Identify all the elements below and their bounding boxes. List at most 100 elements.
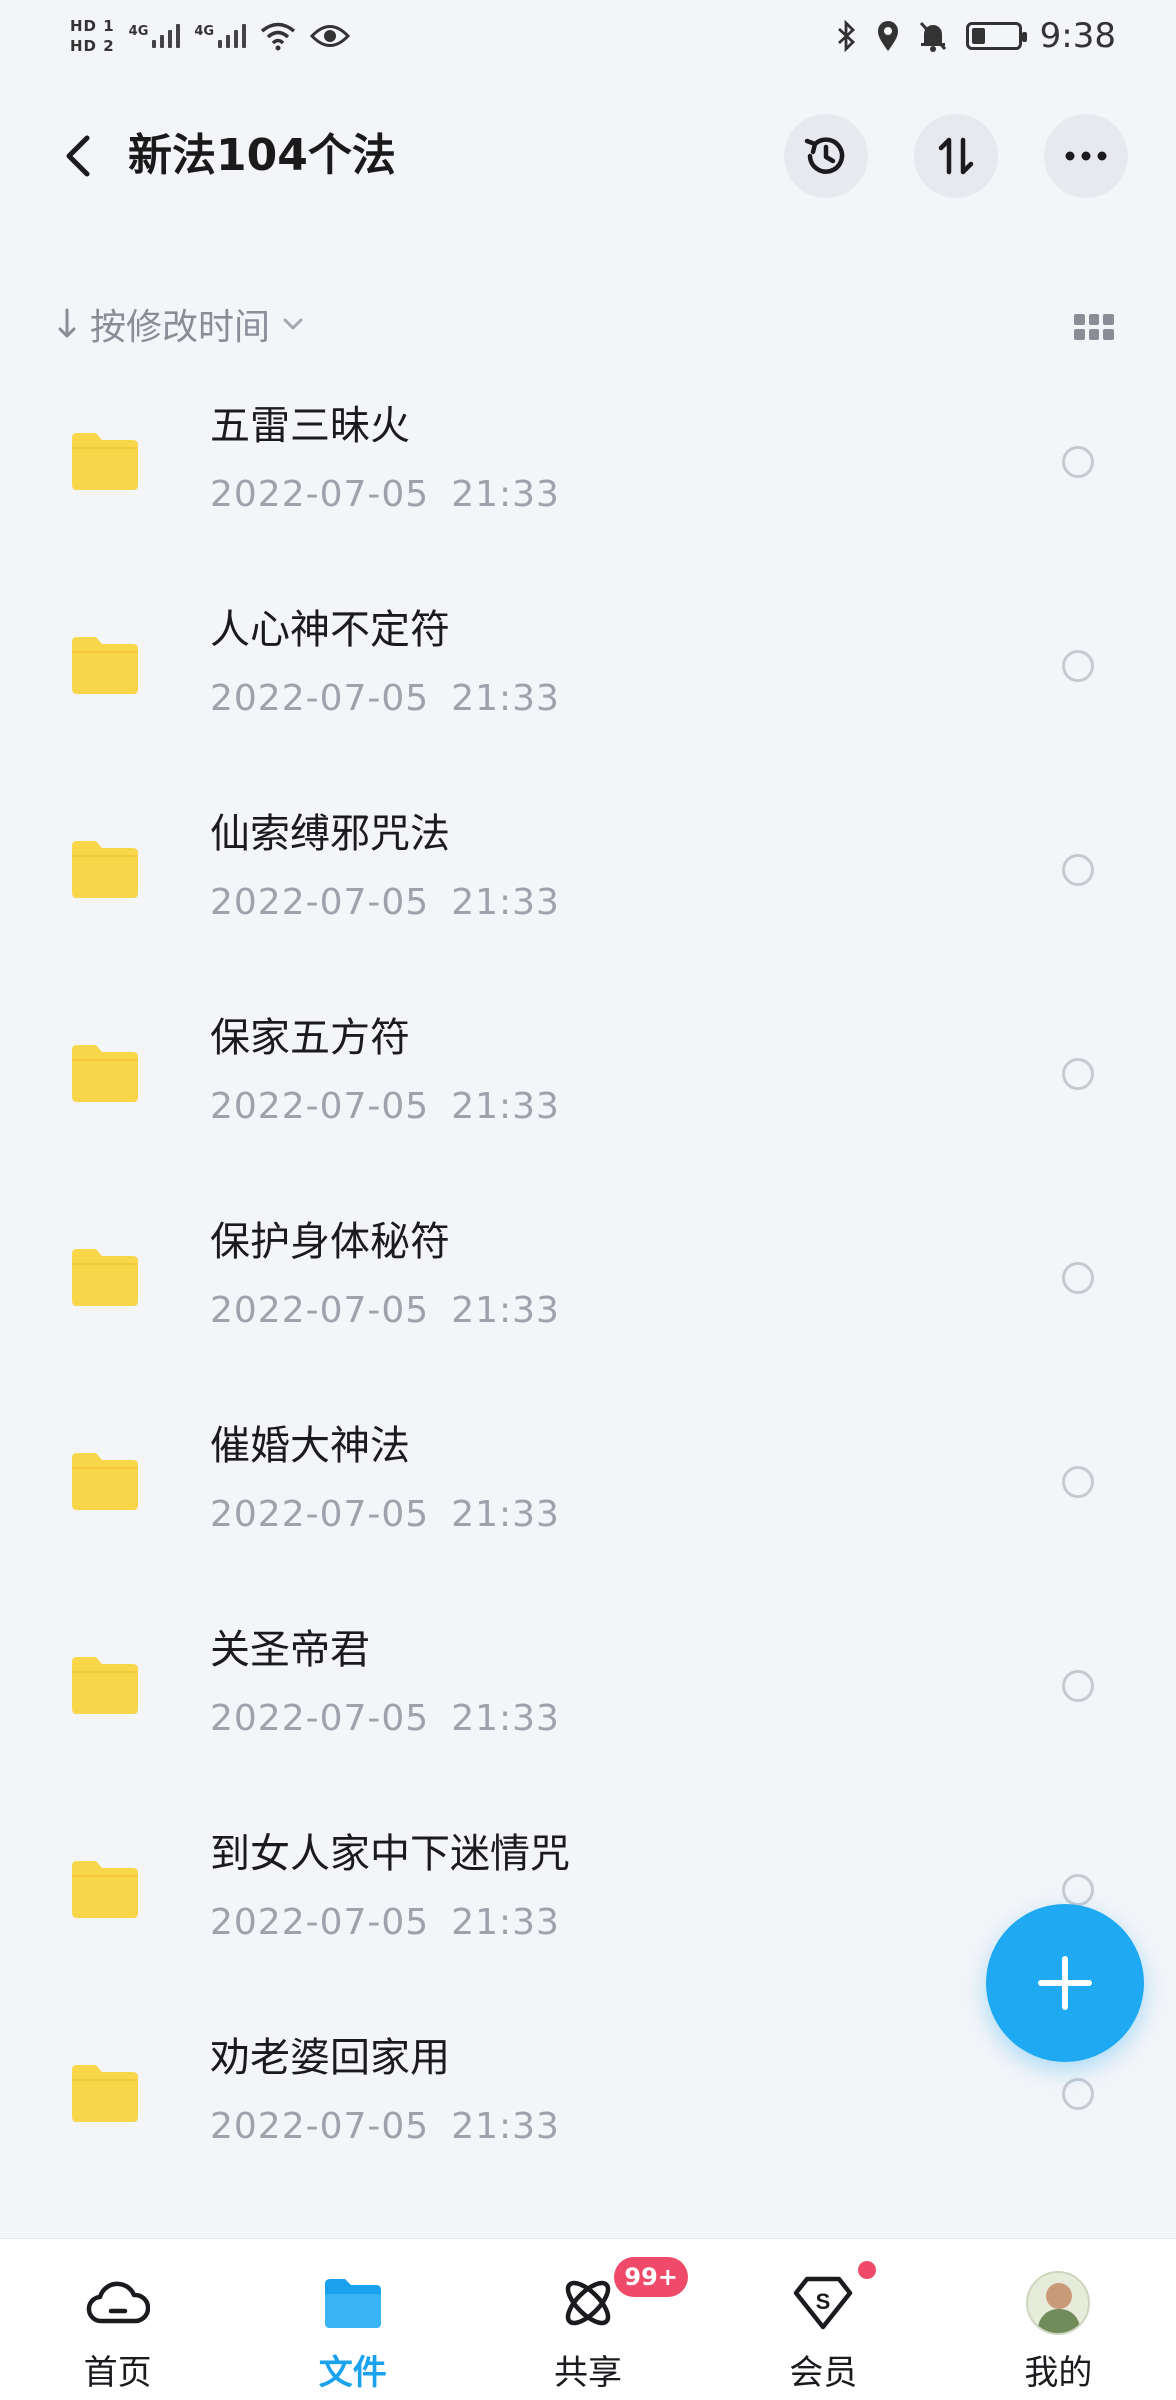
plus-icon [1038, 1956, 1092, 2010]
sort-swap-button[interactable] [914, 114, 998, 198]
chevron-left-icon [66, 135, 90, 177]
folder-icon [72, 637, 138, 694]
more-button[interactable] [1044, 114, 1128, 198]
folder-icon [72, 1249, 138, 1306]
file-meta: 2022-07-05 21:33 [210, 1082, 560, 1132]
file-name: 关圣帝君 [210, 1627, 370, 1673]
file-date: 2022-07-05 [210, 1494, 430, 1535]
folder-icon [72, 1657, 138, 1714]
arrow-down-icon [58, 308, 76, 338]
list-item[interactable]: 五雷三昧火 2022-07-05 21:33 [0, 370, 1176, 574]
file-name: 劝老婆回家用 [210, 2035, 450, 2081]
tab-label: 会员 [789, 2353, 858, 2393]
file-name: 人心神不定符 [210, 607, 450, 653]
file-date: 2022-07-05 [210, 1902, 430, 1943]
history-icon [804, 137, 845, 174]
list-item[interactable]: 保家五方符 2022-07-05 21:33 [0, 982, 1176, 1186]
notification-dot [857, 2261, 876, 2279]
signal-icon: 4G [129, 24, 181, 48]
folder-icon [324, 2279, 381, 2328]
list-item[interactable]: 催婚大神法 2022-07-05 21:33 [0, 1390, 1176, 1594]
page-title: 新法104个法 [128, 130, 396, 181]
select-checkbox[interactable] [1062, 1874, 1094, 1906]
select-checkbox[interactable] [1062, 1058, 1094, 1090]
chevron-down-icon [283, 318, 303, 330]
atom-icon [565, 2280, 611, 2326]
file-time: 21:33 [451, 1290, 560, 1331]
notification-badge: 99+ [614, 2257, 688, 2297]
svg-text:S: S [816, 2289, 831, 2314]
back-button[interactable] [50, 128, 106, 184]
file-meta: 2022-07-05 21:33 [210, 1490, 560, 1540]
list-item[interactable]: 保护身体秘符 2022-07-05 21:33 [0, 1186, 1176, 1390]
file-name: 仙索缚邪咒法 [210, 811, 450, 857]
network-type-label-2: 4G [194, 24, 215, 39]
clock: 9:38 [1039, 16, 1116, 56]
file-time: 21:33 [451, 1902, 560, 1943]
sort-swap-icon [938, 137, 974, 175]
signal-icon-2: 4G [194, 24, 247, 48]
select-checkbox[interactable] [1062, 1670, 1094, 1702]
tab-profile[interactable]: 我的 [941, 2239, 1176, 2400]
select-checkbox[interactable] [1062, 2078, 1094, 2110]
add-button[interactable] [986, 1904, 1144, 2062]
file-date: 2022-07-05 [210, 882, 430, 923]
list-item[interactable]: 人心神不定符 2022-07-05 21:33 [0, 574, 1176, 778]
hd2-label: HD 2 [70, 37, 115, 55]
folder-icon [72, 433, 138, 490]
status-right: 9:38 [836, 16, 1116, 56]
tab-home[interactable]: 首页 [0, 2239, 235, 2400]
file-meta: 2022-07-05 21:33 [210, 1694, 560, 1744]
tab-label: 共享 [554, 2353, 622, 2393]
file-meta: 2022-07-05 21:33 [210, 2102, 560, 2152]
history-button[interactable] [784, 114, 868, 198]
file-date: 2022-07-05 [210, 1086, 430, 1127]
list-item[interactable]: 关圣帝君 2022-07-05 21:33 [0, 1594, 1176, 1798]
bluetooth-icon [837, 20, 855, 52]
list-item[interactable]: 仙索缚邪咒法 2022-07-05 21:33 [0, 778, 1176, 982]
tab-label: 文件 [318, 2353, 387, 2393]
file-name: 保家五方符 [210, 1015, 410, 1061]
file-name: 到女人家中下迷情咒 [210, 1831, 570, 1877]
wifi-icon [261, 22, 296, 51]
file-time: 21:33 [451, 474, 560, 515]
sort-label: 按修改时间 [90, 307, 271, 348]
status-bar: HD 1 HD 2 4G 4G 9:38 [0, 0, 1176, 72]
tab-files[interactable]: 文件 [235, 2239, 470, 2400]
folder-icon [72, 1453, 138, 1510]
file-meta: 2022-07-05 21:33 [210, 674, 560, 724]
cloud-icon [86, 2281, 150, 2324]
file-name: 五雷三昧火 [210, 403, 410, 449]
mute-bell-icon [919, 21, 946, 52]
hd-indicators: HD 1 HD 2 [70, 18, 115, 54]
tab-vip[interactable]: S 会员 [706, 2239, 941, 2400]
title-bar: 新法104个法 [0, 100, 1176, 212]
file-name: 保护身体秘符 [210, 1219, 450, 1265]
location-icon [877, 21, 898, 51]
select-checkbox[interactable] [1062, 854, 1094, 886]
folder-icon [72, 1861, 138, 1918]
file-time: 21:33 [451, 2106, 560, 2147]
eye-icon [310, 25, 351, 47]
file-time: 21:33 [451, 678, 560, 719]
vip-shield-icon: S [793, 2276, 853, 2330]
tab-share[interactable]: 99+ 共享 [470, 2239, 705, 2400]
select-checkbox[interactable] [1062, 1466, 1094, 1498]
select-checkbox[interactable] [1062, 446, 1094, 478]
file-time: 21:33 [451, 1086, 560, 1127]
folder-icon [72, 841, 138, 898]
select-checkbox[interactable] [1062, 1262, 1094, 1294]
grid-view-icon[interactable] [1074, 314, 1114, 340]
tab-label: 我的 [1024, 2353, 1093, 2393]
file-time: 21:33 [451, 882, 560, 923]
battery-icon [965, 22, 1027, 50]
select-checkbox[interactable] [1062, 650, 1094, 682]
more-icon [1065, 151, 1107, 161]
tab-label: 首页 [83, 2353, 152, 2393]
file-date: 2022-07-05 [210, 678, 430, 719]
sort-by-modified-button[interactable]: 按修改时间 [56, 298, 304, 350]
avatar [1026, 2271, 1091, 2335]
list-item[interactable]: 劝老婆回家用 2022-07-05 21:33 [0, 2002, 1176, 2206]
file-time: 21:33 [451, 1698, 560, 1739]
network-type-label: 4G [128, 24, 149, 39]
